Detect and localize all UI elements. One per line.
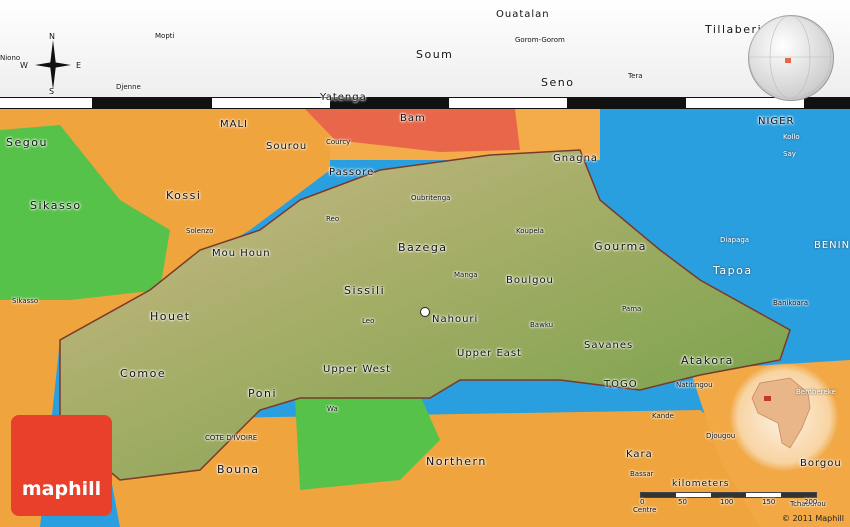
label-courcy: Courcy <box>326 138 351 146</box>
label-leo: Leo <box>362 317 375 325</box>
label-sikasso-town: Sikasso <box>12 297 39 305</box>
label-kollo: Kollo <box>783 133 800 141</box>
label-boulgou: Boulgou <box>506 275 554 286</box>
map-view[interactable]: N S E W Ouatalan Mopti Niono Djenne Soum… <box>0 0 850 527</box>
label-yatenga: Yatenga <box>320 92 367 103</box>
label-kossi: Kossi <box>166 189 202 202</box>
label-segou: Segou <box>6 136 48 149</box>
label-natitingou: Natitingou <box>676 381 713 389</box>
label-bassar: Bassar <box>630 470 654 478</box>
label-pama: Pama <box>622 305 642 313</box>
label-niger: NIGER <box>758 116 795 127</box>
maphill-logo[interactable]: maphill <box>11 415 112 516</box>
label-seno: Seno <box>541 76 575 89</box>
scale-tick-100: 100 <box>720 498 734 506</box>
label-upper-west: Upper West <box>323 364 392 375</box>
label-kande: Kande <box>652 412 674 420</box>
scale-tick-0: 0 <box>640 498 645 506</box>
label-comoe: Comoe <box>120 367 167 380</box>
label-nahouri: Nahouri <box>432 314 479 325</box>
label-gnagna: Gnagna <box>553 153 599 164</box>
capital-star-icon <box>420 307 430 317</box>
label-say: Say <box>783 150 796 158</box>
label-bazega: Bazega <box>398 241 448 254</box>
label-atakora: Atakora <box>681 354 734 367</box>
compass-s: S <box>49 87 55 96</box>
label-passore: Passore <box>329 167 375 178</box>
label-niono: Niono <box>0 54 21 62</box>
label-diapaga: Diapaga <box>720 236 750 244</box>
logo-text: maphill <box>21 478 102 500</box>
label-benin: BENIN <box>814 240 850 251</box>
label-soum: Soum <box>416 48 454 61</box>
label-upper-east: Upper East <box>457 348 523 359</box>
label-djougou: Djougou <box>706 432 736 440</box>
label-mopti: Mopti <box>155 32 175 40</box>
label-bouna: Bouna <box>217 463 260 476</box>
label-oubritenga: Oubritenga <box>411 194 451 202</box>
frame-scale-bar <box>0 97 850 109</box>
label-poni: Poni <box>248 387 277 400</box>
label-bawku: Bawku <box>530 321 554 329</box>
africa-shape-icon <box>751 377 811 449</box>
label-sissili: Sissili <box>344 284 386 297</box>
compass-w: W <box>20 61 28 70</box>
label-gorom-gorom: Gorom-Gorom <box>515 36 565 44</box>
label-northern: Northern <box>426 455 487 468</box>
label-bam: Bam <box>400 113 426 124</box>
scale-tick-200: 200 <box>804 498 818 506</box>
compass-rose-icon <box>35 40 71 90</box>
compass-e: E <box>76 61 82 70</box>
scale-label: kilometers <box>672 479 730 489</box>
label-solenzo: Solenzo <box>186 227 214 235</box>
label-sikasso: Sikasso <box>30 199 82 212</box>
label-centre: Centre <box>633 506 657 514</box>
globe-location-icon <box>748 15 832 99</box>
label-djenne: Djenne <box>116 83 141 91</box>
label-bembereke: Bembereke <box>796 388 836 396</box>
label-reo: Reo <box>326 215 340 223</box>
label-koupela: Koupela <box>516 227 544 235</box>
label-ouatalan: Ouatalan <box>496 9 550 20</box>
label-togo: TOGO <box>604 379 638 390</box>
label-tera: Tera <box>628 72 643 80</box>
label-wa: Wa <box>327 405 338 413</box>
label-cote-divoire: COTE D'IVOIRE <box>205 434 258 442</box>
scale-tick-150: 150 <box>762 498 776 506</box>
label-savanes: Savanes <box>584 340 634 351</box>
label-mali: MALI <box>220 119 248 130</box>
label-houet: Houet <box>150 310 191 323</box>
scale-tick-50: 50 <box>678 498 687 506</box>
label-sourou: Sourou <box>266 141 308 152</box>
label-manga: Manga <box>454 271 478 279</box>
label-mou-houn: Mou Houn <box>212 248 271 259</box>
label-gourma: Gourma <box>594 240 648 253</box>
label-tapoa: Tapoa <box>713 264 753 277</box>
label-borgou: Borgou <box>800 458 842 469</box>
copyright-text: © 2011 Maphill <box>781 514 844 523</box>
label-banikoara: Banikoara <box>773 299 809 307</box>
compass-n: N <box>49 32 55 41</box>
label-kara: Kara <box>626 449 653 460</box>
